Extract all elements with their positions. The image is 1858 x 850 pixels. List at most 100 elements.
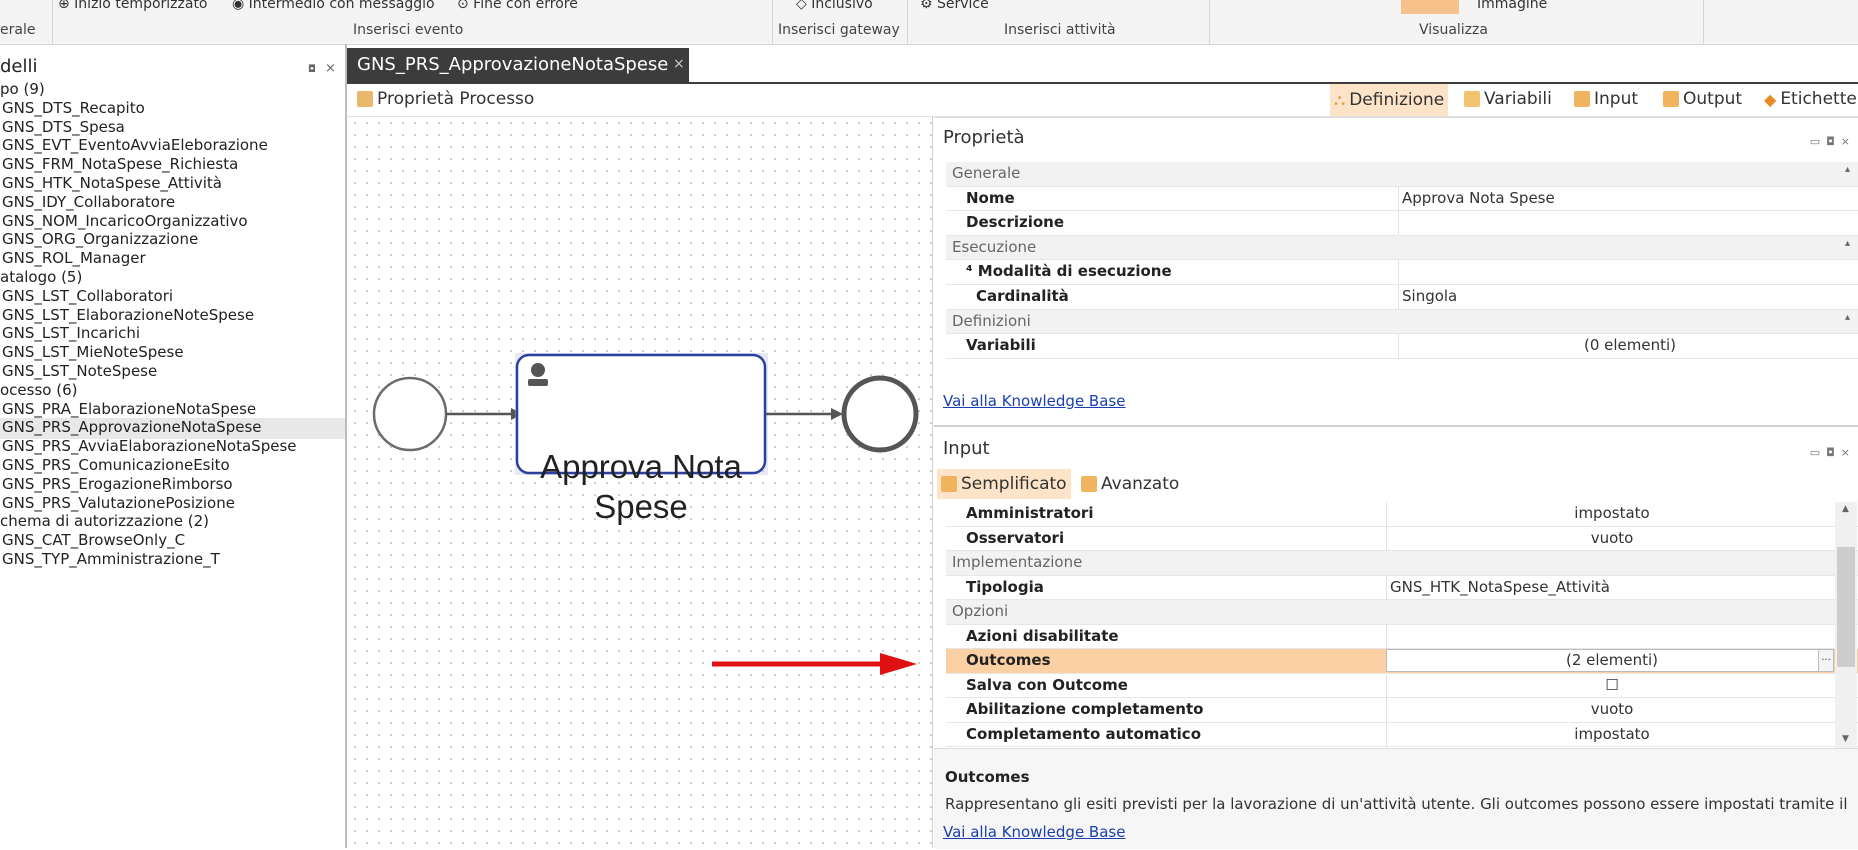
collapse-icon[interactable]: ▴ [1845, 238, 1850, 249]
ribbon-separator [1703, 0, 1704, 44]
grid-row-label: Variabili [966, 336, 1036, 355]
grid-row[interactable]: Osservatori vuoto [946, 526, 1858, 551]
ribbon-item-inizio[interactable]: ⊕ Inizio temporizzato [58, 0, 208, 12]
grid-divider [1386, 575, 1387, 600]
tab-process-document[interactable]: GNS_PRS_ApprovazioneNotaSpese × [347, 48, 689, 82]
tree-item[interactable]: GNS_TYP_Amministrazione_T [0, 550, 220, 571]
ribbon-group-label: Inserisci evento [353, 22, 464, 38]
ribbon-separator [1209, 0, 1210, 44]
grid-section-header[interactable]: Generale ▴ [946, 162, 1858, 187]
grid-row-value[interactable]: GNS_HTK_NotaSpese_Attività [1390, 578, 1610, 596]
tab-etichette[interactable]: ◆ Etichette [1764, 89, 1857, 109]
grid-row[interactable]: Azioni disabilitate [946, 624, 1858, 649]
ribbon-item-inclusivo[interactable]: ◇ Inclusivo [796, 0, 873, 12]
grid-row[interactable]: Salva con Outcome ☐ [946, 673, 1858, 698]
grid-row[interactable]: Descrizione [946, 211, 1858, 236]
panel-window-controls[interactable]: ▭◘× [1810, 446, 1856, 459]
grid-row-label: Cardinalità [976, 287, 1069, 305]
edit-ellipsis-button[interactable]: ··· [1818, 649, 1834, 672]
end-event[interactable] [841, 375, 919, 453]
ribbon-group-label: Inserisci gateway [778, 22, 900, 38]
panel-splitter[interactable] [932, 117, 933, 848]
scroll-up-icon[interactable]: ▲ [1842, 504, 1849, 514]
tab-input[interactable]: Input [1574, 89, 1638, 109]
grid-section-header[interactable]: Opzioni▴ [946, 600, 1858, 625]
panel-window-controls[interactable]: ▭◘× [1810, 135, 1856, 148]
grid-divider [1386, 624, 1387, 649]
tag-icon: ◆ [1764, 89, 1777, 109]
grid-divider [1386, 673, 1387, 698]
grid-section-header[interactable]: Esecuzione ▴ [946, 235, 1858, 261]
grid-divider [1398, 186, 1399, 211]
close-icon[interactable]: × [325, 61, 336, 76]
tab-output[interactable]: Output [1663, 89, 1742, 109]
grid-row[interactable]: Completamento automatico impostato [946, 722, 1858, 747]
description-title: Outcomes [945, 768, 1030, 786]
grid-row[interactable]: ⁴ Modalità di esecuzione [946, 260, 1858, 285]
user-task-label: Approva Nota Spese [540, 448, 742, 525]
grid-row-value[interactable]: vuoto [1390, 700, 1834, 718]
grid-row-label: Outcomes [966, 651, 1051, 669]
grid-row[interactable]: Abilitazione completamento vuoto [946, 698, 1858, 723]
grid-row[interactable]: Tipologia GNS_HTK_NotaSpese_Attività [946, 575, 1858, 600]
scroll-down-icon[interactable]: ▼ [1842, 734, 1849, 744]
grid-row-value[interactable]: ☐ [1390, 676, 1834, 694]
start-event[interactable] [372, 376, 448, 452]
grid-divider [1386, 698, 1387, 722]
ribbon-item-immagine[interactable]: Immagine [1477, 0, 1547, 12]
grid-row-label: Implementazione [952, 553, 1083, 571]
grid-divider [1398, 260, 1399, 285]
panel-splitter[interactable] [345, 44, 347, 848]
grid-row-label: Opzioni [952, 602, 1009, 620]
ribbon-item-fine[interactable]: ⊙ Fine con errore [457, 0, 578, 12]
grid-row[interactable]: Outcomes (2 elementi) ··· [946, 649, 1858, 674]
grid-row-value[interactable]: vuoto [1390, 529, 1834, 547]
grid-row-value[interactable]: (2 elementi) [1390, 651, 1834, 669]
grid-row-label: Tipologia [966, 577, 1044, 596]
grid-row[interactable]: Nome Approva Nota Spese [946, 186, 1858, 212]
grid-row-label: Amministratori [966, 504, 1094, 522]
input-icon [1574, 91, 1590, 107]
red-annotation-arrow [712, 653, 917, 675]
knowledge-base-link[interactable]: Vai alla Knowledge Base [943, 392, 1125, 410]
input-panel-title: Input [943, 438, 990, 459]
grid-divider [1398, 211, 1399, 236]
grid-row-value[interactable]: Singola [1402, 287, 1457, 305]
process-properties-button[interactable]: Proprietà Processo [357, 89, 534, 109]
grid-row[interactable]: Variabili (0 elementi) [946, 334, 1858, 359]
grid-divider [1386, 526, 1387, 551]
ribbon-item-intermedio[interactable]: ◉ Intermedio con messaggio [232, 0, 435, 12]
grid-row-value[interactable]: impostato [1390, 504, 1834, 522]
tab-variabili[interactable]: Variabili [1464, 89, 1552, 109]
grid-row-label: Esecuzione [952, 237, 1037, 256]
vertical-scrollbar[interactable]: ▲ ▼ [1835, 502, 1857, 748]
collapse-icon[interactable]: ▴ [1845, 312, 1850, 323]
close-tab-icon[interactable]: × [673, 56, 685, 72]
mode-avanzato[interactable]: Avanzato [1081, 474, 1179, 494]
properties-icon [357, 91, 373, 107]
grid-row[interactable]: Amministratori impostato [946, 502, 1858, 527]
hierarchy-icon: ⛬ [1334, 90, 1346, 109]
pin-icon[interactable]: ◘ [308, 64, 316, 75]
grid-row-value[interactable]: impostato [1390, 725, 1834, 743]
grid-row[interactable]: Cardinalità Singola [946, 285, 1858, 310]
knowledge-base-link[interactable]: Vai alla Knowledge Base [943, 823, 1125, 841]
tab-definizione[interactable]: ⛬ Definizione [1330, 84, 1449, 116]
grid-row-value[interactable]: (0 elementi) [1402, 336, 1858, 354]
grid-row-label: Abilitazione completamento [966, 700, 1204, 718]
scrollbar-thumb[interactable] [1837, 547, 1855, 667]
grid-row-label: Salva con Outcome [966, 675, 1128, 694]
grid-row-value[interactable]: Approva Nota Spese [1402, 189, 1555, 207]
ribbon-item-service[interactable]: ⚙ Service [920, 0, 989, 12]
variables-icon [1464, 91, 1480, 107]
simplified-icon [941, 476, 957, 492]
grid-row-label: Descrizione [966, 213, 1065, 232]
grid-divider [1398, 285, 1399, 309]
grid-section-header[interactable]: Definizioni ▴ [946, 309, 1858, 335]
ribbon-group-label: erale [0, 22, 36, 38]
grid-section-header[interactable]: Implementazione▴ [946, 551, 1858, 576]
properties-panel-title: Proprietà [943, 127, 1025, 148]
models-panel-header: delli ◘ × [0, 50, 345, 84]
mode-semplificato[interactable]: Semplificato [937, 469, 1071, 499]
collapse-icon[interactable]: ▴ [1845, 164, 1850, 175]
